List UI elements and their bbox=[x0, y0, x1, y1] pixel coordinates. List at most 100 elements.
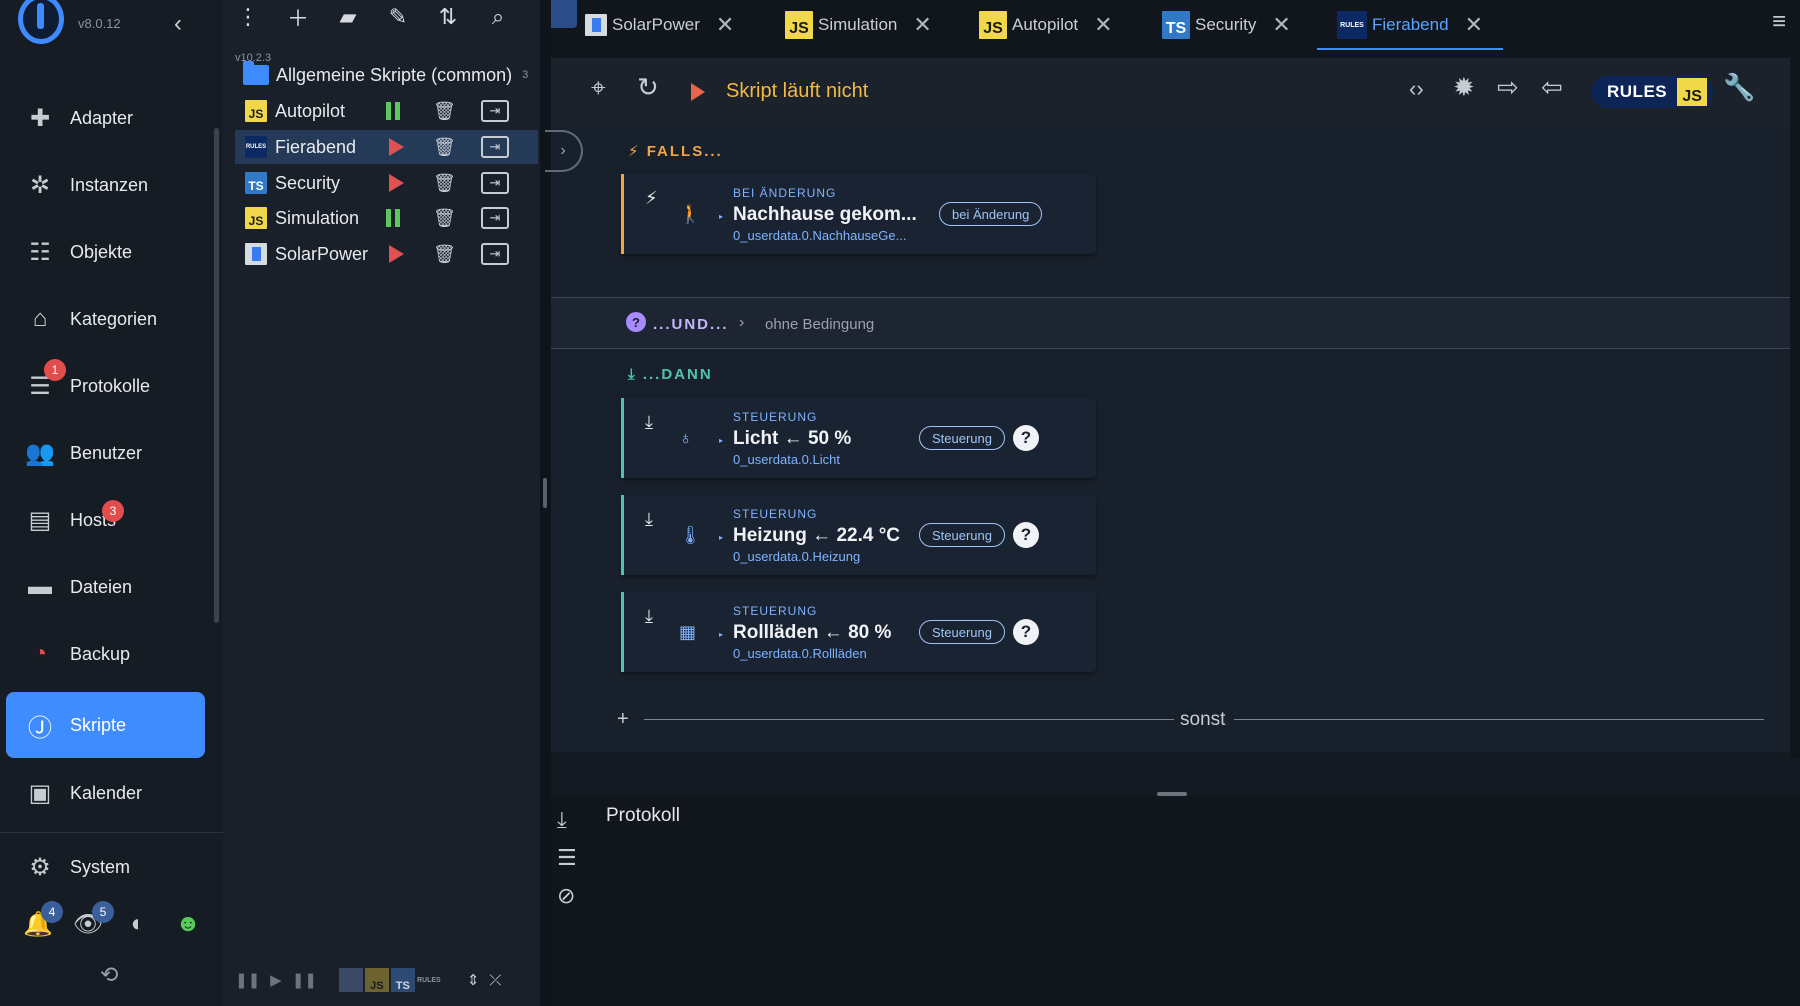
nav-item-objekte[interactable]: ☷ Objekte bbox=[6, 219, 205, 285]
chevron-left-icon[interactable]: ‹ bbox=[174, 10, 182, 38]
script-row-solarpower[interactable]: SolarPower 🗑 ⇥ bbox=[235, 237, 538, 271]
script-row-autopilot[interactable]: JS Autopilot 🗑 ⇥ bbox=[235, 94, 538, 128]
tab-solarpower[interactable]: SolarPower ✕ bbox=[585, 0, 734, 50]
tab-autopilot[interactable]: JS Autopilot ✕ bbox=[979, 0, 1113, 50]
search-icon[interactable]: ⌕ bbox=[473, 0, 523, 34]
download-arrow-icon: ⤓ bbox=[645, 412, 653, 432]
trash-icon[interactable]: 🗑 bbox=[433, 137, 456, 158]
filter-ts-icon[interactable]: TS bbox=[390, 968, 415, 992]
main-scrollbar[interactable] bbox=[1790, 58, 1800, 758]
add-icon[interactable]: ＋ bbox=[273, 0, 323, 34]
pause-icon[interactable] bbox=[383, 208, 403, 228]
filter-blockly-icon[interactable] bbox=[338, 968, 363, 992]
nav-item-protokolle[interactable]: ☰ Protokolle 1 bbox=[6, 353, 205, 419]
eye-off-icon[interactable]: ⊘ bbox=[557, 883, 575, 909]
nav-item-dateien[interactable]: ▬ Dateien bbox=[6, 554, 205, 620]
nav-item-kalender[interactable]: ▣ Kalender bbox=[6, 760, 205, 826]
log-list-icon[interactable]: ☰ bbox=[557, 845, 577, 871]
restart-icon[interactable]: ↻ bbox=[637, 72, 659, 103]
close-icon[interactable]: ✕ bbox=[716, 12, 734, 38]
export-icon[interactable]: ⇥ bbox=[481, 172, 509, 194]
export-icon[interactable]: ⇥ bbox=[481, 243, 509, 265]
import-icon[interactable]: ⇦ bbox=[1541, 72, 1563, 103]
folder-common[interactable]: Allgemeine Skripte (common) 3 bbox=[243, 60, 533, 90]
more-vert-icon[interactable]: ⋮ bbox=[223, 0, 273, 34]
play-icon[interactable] bbox=[389, 138, 404, 156]
close-icon[interactable]: ✕ bbox=[1465, 12, 1483, 38]
action-pill[interactable]: Steuerung bbox=[919, 523, 1005, 547]
export-icon[interactable]: ⇥ bbox=[481, 100, 509, 122]
theme-toggle-icon[interactable]: ✹ bbox=[1453, 72, 1475, 103]
help-icon[interactable]: ? bbox=[1013, 619, 1039, 645]
export-icon[interactable]: ⇥ bbox=[481, 207, 509, 229]
action-card-heizung[interactable]: ⤓ 🌡 ▸ STEUERUNG Heizung ← 22.4 °C 0_user… bbox=[621, 495, 1096, 575]
log-title: Protokoll bbox=[606, 805, 680, 826]
und-value[interactable]: ohne Bedingung bbox=[765, 316, 874, 333]
nav-item-adapter[interactable]: ✚ Adapter bbox=[6, 85, 205, 151]
theme-icon[interactable]: ◐ bbox=[120, 906, 156, 942]
locate-icon[interactable]: ⌖ bbox=[591, 72, 606, 104]
nav-item-instanzen[interactable]: ✲ Instanzen bbox=[6, 152, 205, 218]
sort-icon[interactable]: ⇅ bbox=[423, 0, 473, 34]
action-card-rolllaeden[interactable]: ⤓ ▦ ▸ STEUERUNG Rollläden ← 80 % 0_userd… bbox=[621, 592, 1096, 672]
code-icon[interactable]: ‹› bbox=[1409, 76, 1424, 102]
tree-splitter[interactable] bbox=[543, 478, 547, 508]
trash-icon[interactable]: 🗑 bbox=[433, 244, 456, 265]
run-filter-icon[interactable]: ▶ bbox=[270, 971, 282, 989]
rules-js-badge[interactable]: RULES JS bbox=[1591, 76, 1714, 108]
filter-js-icon[interactable]: JS bbox=[364, 968, 389, 992]
nav-item-skripte[interactable]: Ⓙ Skripte bbox=[6, 692, 205, 758]
sync-off-icon[interactable]: ⟲ bbox=[100, 962, 118, 988]
wrench-icon[interactable]: 🔧 bbox=[1723, 72, 1755, 103]
help-icon[interactable]: ? bbox=[1013, 522, 1039, 548]
nav-item-backup[interactable]: ◔ Backup bbox=[6, 621, 205, 687]
add-else-button[interactable]: + bbox=[617, 708, 629, 731]
close-icon[interactable]: ✕ bbox=[913, 12, 931, 38]
trigger-card[interactable]: ⚡ 🚶 ▸ BEI ÄNDERUNG Nachhause gekom... 0_… bbox=[621, 174, 1096, 254]
expert-mode-icon[interactable]: ☻ bbox=[170, 906, 206, 942]
nav-scrollbar[interactable] bbox=[214, 128, 219, 623]
expand-panel-button[interactable]: › bbox=[545, 130, 583, 172]
action-pill[interactable]: Steuerung bbox=[919, 620, 1005, 644]
nav-item-system[interactable]: ⚙ System bbox=[6, 834, 205, 900]
tab-security[interactable]: TS Security ✕ bbox=[1162, 0, 1291, 50]
pause-filter-icon[interactable]: ❚❚ bbox=[292, 971, 317, 989]
chevron-right-icon: › bbox=[739, 314, 745, 331]
trigger-pill[interactable]: bei Änderung bbox=[939, 202, 1043, 226]
nav-item-benutzer[interactable]: 👥 Benutzer bbox=[6, 420, 205, 486]
collapse-all-icon[interactable]: ⤫ bbox=[489, 972, 501, 989]
bell-icon[interactable]: 🔔 4 bbox=[20, 901, 63, 942]
help-icon[interactable]: ? bbox=[1013, 425, 1039, 451]
play-icon[interactable] bbox=[389, 245, 404, 263]
script-row-fierabend[interactable]: RULES Fierabend 🗑 ⇥ bbox=[235, 130, 538, 164]
play-icon[interactable] bbox=[389, 174, 404, 192]
menu-icon[interactable]: ≡ bbox=[1772, 8, 1786, 36]
action-pill[interactable]: Steuerung bbox=[919, 426, 1005, 450]
tab-simulation[interactable]: JS Simulation ✕ bbox=[785, 0, 932, 50]
export-icon[interactable]: ⇨ bbox=[1497, 72, 1519, 103]
nav-item-kategorien[interactable]: ⌂ Kategorien bbox=[6, 286, 205, 352]
run-script-icon[interactable] bbox=[691, 83, 705, 101]
script-row-simulation[interactable]: JS Simulation 🗑 ⇥ bbox=[235, 201, 538, 235]
close-icon[interactable]: ✕ bbox=[1094, 12, 1112, 38]
iobroker-logo[interactable] bbox=[18, 0, 64, 44]
pause-icon[interactable] bbox=[383, 101, 403, 121]
trash-icon[interactable]: 🗑 bbox=[433, 101, 456, 122]
scroll-down-icon[interactable]: ⤓ bbox=[557, 807, 567, 833]
export-icon[interactable]: ⇥ bbox=[481, 136, 509, 158]
action-card-licht[interactable]: ⤓ ♁ ▸ STEUERUNG Licht ← 50 % 0_userdata.… bbox=[621, 398, 1096, 478]
pause-all-icon[interactable]: ❚❚ bbox=[235, 971, 260, 989]
filter-rules-icon[interactable]: RULES bbox=[417, 968, 441, 992]
edit-icon[interactable]: ✎ bbox=[373, 0, 423, 34]
expand-all-icon[interactable]: ⇕ bbox=[467, 971, 480, 989]
add-folder-icon[interactable]: ▰ bbox=[323, 0, 373, 34]
nav-item-hosts[interactable]: ▤ Hosts 3 bbox=[6, 487, 205, 553]
trash-icon[interactable]: 🗑 bbox=[433, 208, 456, 229]
eye-icon[interactable]: 👁 5 bbox=[70, 901, 114, 942]
script-row-security[interactable]: TS Security 🗑 ⇥ bbox=[235, 166, 538, 200]
tab-fierabend[interactable]: RULES Fierabend ✕ bbox=[1317, 0, 1503, 50]
trash-icon[interactable]: 🗑 bbox=[433, 173, 456, 194]
close-icon[interactable]: ✕ bbox=[1272, 12, 1290, 38]
tab-scroll-left[interactable] bbox=[551, 0, 577, 28]
panel-resize-handle[interactable] bbox=[1157, 792, 1187, 796]
